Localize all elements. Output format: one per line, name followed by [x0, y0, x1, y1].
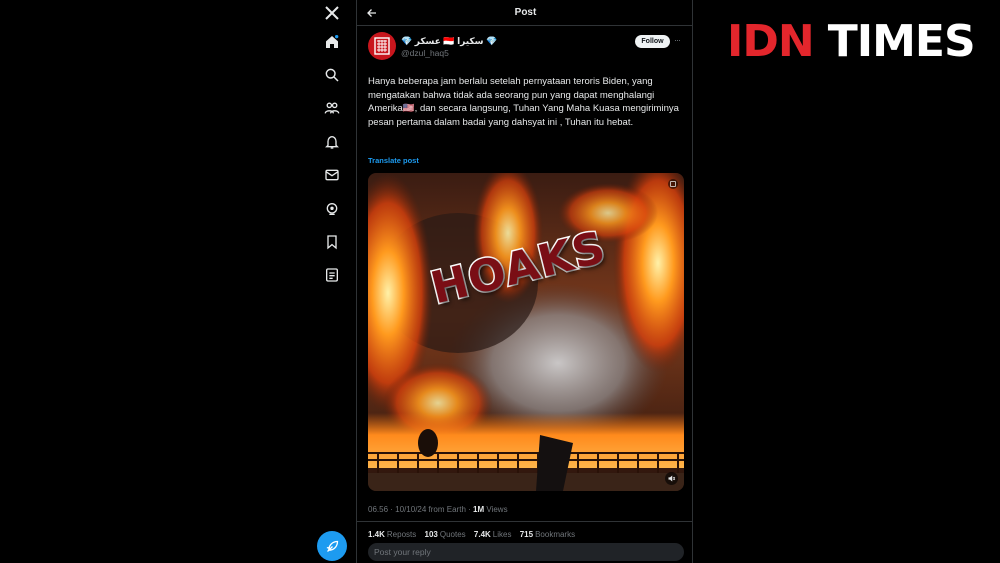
quotes-count: 103: [424, 530, 438, 539]
views-label: Views: [486, 505, 508, 514]
reposts-stat[interactable]: 1.4K Reposts: [368, 530, 416, 539]
meta-separator: ·: [390, 505, 393, 514]
post-text: Hanya beberapa jam berlalu setelah perny…: [368, 76, 679, 128]
views-count: 1M: [473, 505, 485, 514]
logo-times-text: TIMES: [827, 16, 976, 67]
page-title: Post: [514, 7, 537, 18]
quotes-label: Quotes: [439, 530, 466, 539]
quotes-stat[interactable]: 103 Quotes: [425, 530, 466, 539]
speaker-icon[interactable]: [665, 472, 678, 485]
likes-count: 7.4K: [473, 530, 491, 539]
feather-icon: [326, 540, 338, 552]
reposts-count: 1.4K: [368, 530, 385, 539]
media-settings-icon[interactable]: [668, 179, 678, 189]
x-logo-icon[interactable]: [320, 1, 344, 25]
author-display-name[interactable]: 💎 عسكر 🇮🇩 سكيرا 💎: [401, 36, 497, 47]
reposts-label: Reposts: [386, 530, 417, 539]
communities-icon[interactable]: [320, 96, 344, 120]
reply-placeholder: Post your reply: [374, 547, 431, 557]
idn-times-logo: IDN TIMES: [727, 16, 976, 67]
fire-scene-image: [368, 173, 684, 491]
notifications-icon[interactable]: [320, 130, 344, 154]
more-options-button[interactable]: ···: [674, 35, 681, 45]
compose-post-button[interactable]: [317, 531, 347, 561]
author-handle[interactable]: @dzul_haq5: [401, 48, 449, 58]
bookmarks-icon[interactable]: [320, 230, 344, 254]
left-sidebar: [310, 0, 354, 563]
post-time[interactable]: 06.56: [368, 505, 388, 514]
grok-icon[interactable]: [320, 197, 344, 221]
logo-idn-text: IDN: [727, 16, 815, 67]
home-icon[interactable]: [320, 30, 344, 54]
messages-icon[interactable]: [320, 163, 344, 187]
search-icon[interactable]: [320, 63, 344, 87]
bookmarks-count: 715: [519, 530, 534, 539]
post-header: Post: [357, 0, 692, 26]
translate-post-link[interactable]: Translate post: [368, 156, 419, 165]
bookmarks-label: Bookmarks: [535, 530, 576, 539]
bookmarks-stat[interactable]: 715 Bookmarks: [520, 530, 575, 539]
calligraphy-emblem-icon: [374, 37, 390, 55]
reply-input[interactable]: Post your reply: [368, 543, 684, 561]
post-column: Post 💎 عسكر 🇮🇩 سكيرا 💎 @dzul_haq5 Follow…: [356, 0, 693, 563]
lists-icon[interactable]: [320, 263, 344, 287]
likes-label: Likes: [492, 530, 512, 539]
post-meta: 06.56 · 10/10/24 from Earth · 1M Views: [368, 505, 508, 514]
post-location: from Earth: [428, 505, 466, 514]
avatar[interactable]: [368, 32, 396, 60]
likes-stat[interactable]: 7.4K Likes: [474, 530, 512, 539]
follow-button[interactable]: Follow: [635, 35, 670, 48]
post-video[interactable]: HOAKS: [368, 173, 684, 491]
meta-separator: ·: [468, 505, 471, 514]
post-date[interactable]: 10/10/24: [395, 505, 426, 514]
